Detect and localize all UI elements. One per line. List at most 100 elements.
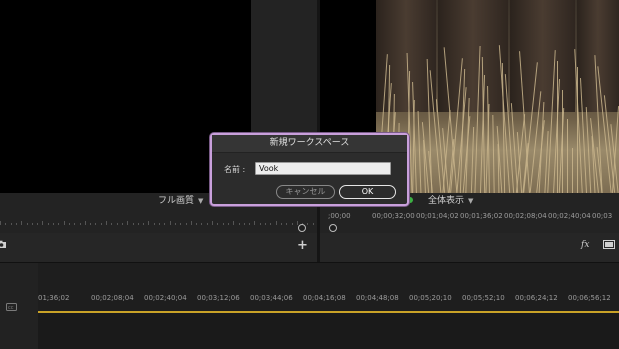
camera-icon[interactable] bbox=[0, 239, 6, 252]
ruler-tick bbox=[90, 223, 92, 225]
display-icon[interactable] bbox=[603, 240, 615, 252]
add-icon[interactable]: + bbox=[297, 238, 308, 253]
ruler-time-label: ;00;00 bbox=[328, 212, 351, 220]
zoom-level-dropdown[interactable]: 全体表示 ▼ bbox=[428, 194, 473, 208]
grass-stalk bbox=[557, 61, 558, 193]
name-label: 名前 : bbox=[224, 165, 246, 174]
ruler-time-label: 00;03 bbox=[592, 212, 613, 220]
ruler-tick bbox=[132, 223, 134, 225]
ruler-tick bbox=[254, 221, 256, 225]
ruler-tick bbox=[180, 223, 182, 225]
timeline-time-label: 00;03;44;06 bbox=[250, 294, 293, 302]
grass-stalk bbox=[465, 98, 470, 193]
ruler-tick bbox=[296, 221, 298, 225]
ruler-tick bbox=[111, 223, 113, 225]
ruler-tick bbox=[233, 221, 235, 225]
track-header: cc bbox=[0, 263, 38, 349]
ruler-tick bbox=[164, 223, 166, 225]
program-button-row: fx bbox=[320, 233, 619, 262]
captions-icon[interactable]: cc bbox=[6, 303, 17, 314]
timeline-time-label: 00;06;56;12 bbox=[568, 294, 611, 302]
ruler-tick bbox=[307, 223, 309, 225]
ruler-tick bbox=[26, 223, 28, 225]
ruler-time-label: 00;02;08;04 bbox=[504, 212, 547, 220]
workspace-name-input[interactable] bbox=[255, 162, 391, 175]
ruler-tick bbox=[312, 223, 314, 225]
ruler-tick bbox=[10, 223, 12, 225]
ruler-tick bbox=[106, 221, 107, 225]
ruler-tick bbox=[227, 223, 229, 225]
ruler-tick bbox=[249, 223, 251, 225]
timeline-time-label: 00;02;40;04 bbox=[144, 294, 187, 302]
ruler-tick bbox=[275, 221, 277, 225]
ruler-time-label: 00;00;32;00 bbox=[372, 212, 415, 220]
timeline-time-label: 00;04;16;08 bbox=[303, 294, 346, 302]
background-wall bbox=[577, 0, 619, 112]
ruler-tick bbox=[84, 221, 86, 225]
ruler-tick bbox=[95, 223, 97, 225]
timeline-time-ruler[interactable]: 01;36;02 00;02;08;04 00;02;40;04 00;03;12;0… bbox=[38, 294, 619, 304]
ruler-tick bbox=[291, 223, 293, 225]
ruler-tick bbox=[286, 223, 288, 225]
ruler-tick bbox=[185, 223, 187, 225]
ruler-tick bbox=[37, 223, 39, 225]
svg-text:cc: cc bbox=[8, 305, 14, 311]
ruler-tick bbox=[238, 223, 240, 225]
grass-stalk bbox=[562, 90, 563, 193]
ruler-tick bbox=[159, 223, 160, 225]
timeline-time-label: 00;03;12;06 bbox=[197, 294, 240, 302]
ruler-tick bbox=[15, 223, 17, 225]
dialog-title: 新規ワークスペース bbox=[212, 135, 407, 153]
fx-icon[interactable]: fx bbox=[581, 240, 589, 250]
ruler-tick bbox=[137, 223, 139, 225]
timeline-time-label: 00;05;52;10 bbox=[462, 294, 505, 302]
ruler-tick bbox=[206, 223, 208, 225]
ruler-tick bbox=[0, 221, 1, 225]
ruler-tick bbox=[201, 223, 203, 225]
program-monitor-video-frame bbox=[376, 0, 619, 193]
source-playhead-handle[interactable] bbox=[298, 224, 306, 232]
ruler-tick bbox=[265, 223, 266, 225]
ruler-tick bbox=[121, 223, 123, 225]
ruler-tick bbox=[116, 223, 118, 225]
ruler-tick bbox=[196, 223, 198, 225]
ruler-tick bbox=[21, 221, 23, 225]
ruler-tick bbox=[127, 221, 129, 225]
playback-resolution-dropdown[interactable]: フル画質 ▼ bbox=[158, 194, 203, 208]
timeline-time-label: 00;05;20;10 bbox=[409, 294, 452, 302]
chevron-down-icon: ▼ bbox=[468, 197, 474, 205]
ruler-tick bbox=[79, 223, 81, 225]
grass-stalk bbox=[470, 127, 475, 193]
ruler-tick bbox=[280, 223, 282, 225]
ruler-tick bbox=[270, 223, 272, 225]
cancel-button[interactable]: キャンセル bbox=[276, 185, 335, 199]
zoom-level-value: 全体表示 bbox=[428, 196, 465, 206]
ruler-tick bbox=[174, 223, 176, 225]
ruler-tick bbox=[169, 221, 171, 225]
timeline-time-label: 00;04;48;08 bbox=[356, 294, 399, 302]
chevron-down-icon: ▼ bbox=[198, 197, 204, 205]
playback-resolution-value: フル画質 bbox=[158, 196, 195, 206]
ok-button[interactable]: OK bbox=[339, 185, 396, 199]
ruler-tick bbox=[68, 223, 70, 225]
ruler-tick bbox=[42, 221, 44, 225]
ruler-time-label: 00;01;36;02 bbox=[460, 212, 503, 220]
ruler-tick bbox=[148, 221, 150, 225]
ruler-tick bbox=[74, 223, 76, 225]
ruler-tick bbox=[63, 221, 65, 225]
ruler-tick bbox=[58, 223, 60, 225]
program-playhead-handle[interactable] bbox=[329, 224, 337, 232]
timeline-time-label: 01;36;02 bbox=[38, 294, 70, 302]
ruler-time-label: 00;02;40;04 bbox=[548, 212, 591, 220]
timeline-tracks[interactable] bbox=[38, 313, 619, 349]
ruler-tick bbox=[47, 223, 49, 225]
ruler-tick bbox=[153, 223, 155, 225]
ruler-tick bbox=[143, 223, 145, 225]
grass-stalk bbox=[567, 119, 568, 193]
ruler-time-label: 00;01;04;02 bbox=[416, 212, 459, 220]
grass-stalk bbox=[572, 148, 573, 193]
timeline-time-label: 00;02;08;04 bbox=[91, 294, 134, 302]
grass-stalk bbox=[538, 102, 545, 193]
new-workspace-dialog: 新規ワークスペース 名前 : キャンセル OK bbox=[210, 133, 409, 206]
source-time-ruler[interactable] bbox=[0, 217, 317, 225]
